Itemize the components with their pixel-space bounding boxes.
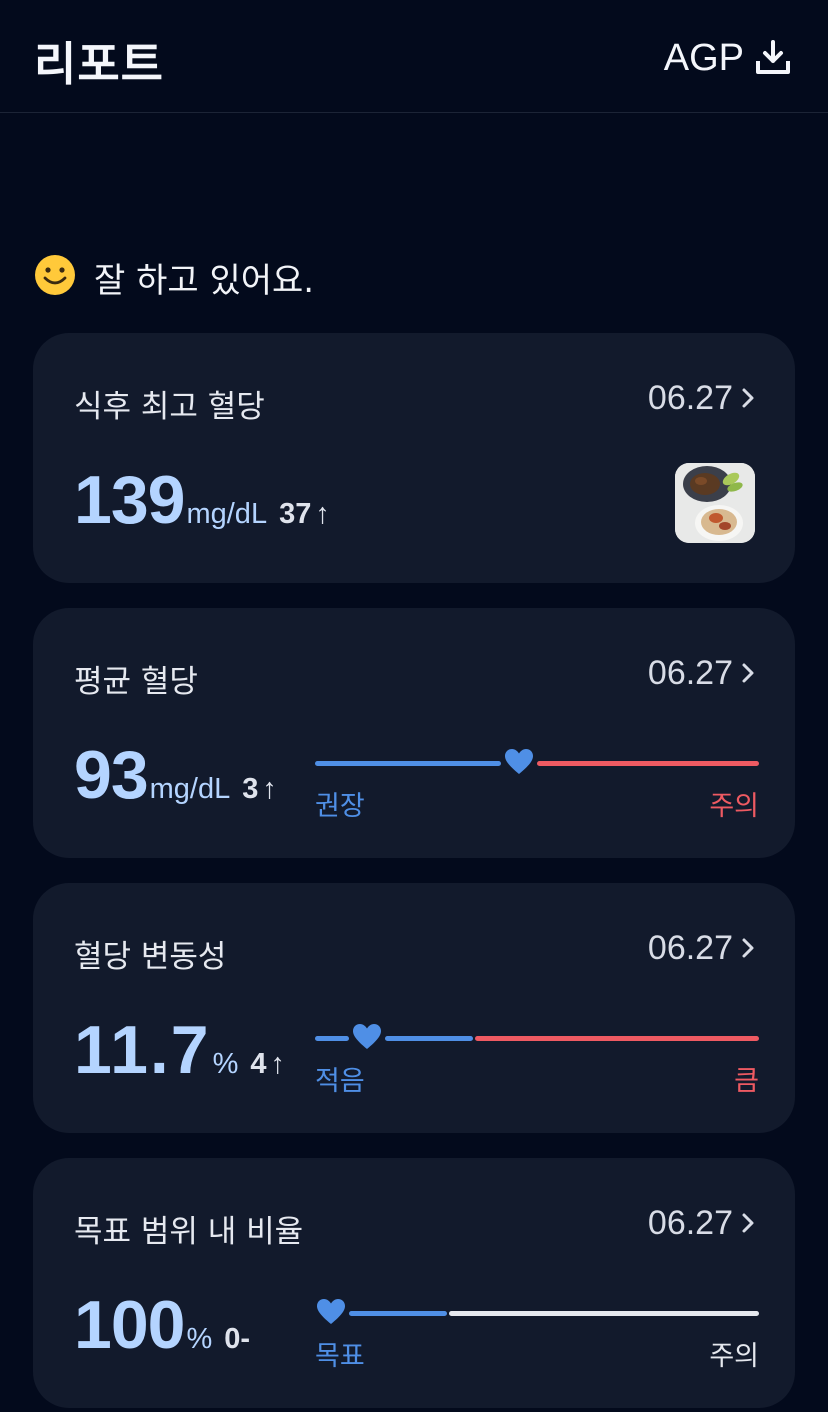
agp-label: AGP (663, 36, 744, 79)
chevron-right-icon (741, 654, 755, 693)
range-segment-warning (449, 1311, 759, 1316)
value-unit: mg/dL (186, 498, 268, 530)
variability-value: 11.7 (74, 1012, 211, 1088)
delta-value: 37 (279, 498, 312, 530)
card-label: 혈당 변동성 (74, 939, 227, 975)
status-greeting: 잘 하고 있어요. (34, 252, 314, 302)
delta-value: 3 (242, 773, 259, 805)
card-date: 06.27 (647, 1204, 733, 1242)
meal-photo-thumbnail[interactable] (675, 463, 755, 543)
card-label: 평균 혈당 (74, 664, 198, 700)
card-date-link[interactable]: 06.27 (648, 1204, 755, 1243)
value-row: 100 % 0- (74, 1286, 250, 1364)
range-label-left: 권장 (315, 791, 365, 822)
range-segment-high (475, 1036, 759, 1041)
delta-value: 0- (224, 1323, 251, 1355)
range-label-left: 적음 (315, 1066, 365, 1097)
range-bar: 목표 주의 (315, 1286, 759, 1376)
card-date: 06.27 (647, 379, 733, 417)
chevron-right-icon (741, 379, 755, 418)
greeting-text: 잘 하고 있어요. (94, 260, 315, 301)
card-label: 식후 최고 혈당 (74, 389, 265, 425)
value-unit: mg/dL (149, 773, 231, 805)
card-date-link[interactable]: 06.27 (648, 379, 755, 418)
value-row: 139 mg/dL 37 ↑ (74, 461, 330, 539)
range-label-right: 큼 (734, 1066, 759, 1097)
range-segment-recommended (315, 761, 501, 766)
arrow-up-icon: ↑ (262, 773, 277, 805)
average-glucose-card[interactable]: 평균 혈당 06.27 93 mg/dL 3 ↑ 권장 주의 (33, 608, 795, 858)
card-date: 06.27 (647, 654, 733, 692)
range-segment-low-right (385, 1036, 473, 1041)
chevron-right-icon (741, 929, 755, 968)
value-row: 11.7 % 4 ↑ (74, 1011, 285, 1089)
glucose-value: 93 (74, 737, 149, 813)
card-date: 06.27 (647, 929, 733, 967)
arrow-up-icon: ↑ (270, 1048, 286, 1080)
page-title: 리포트 (34, 37, 164, 91)
heart-marker-icon (352, 1023, 382, 1055)
card-date-link[interactable]: 06.27 (648, 929, 755, 968)
card-date-link[interactable]: 06.27 (648, 654, 755, 693)
range-segment-target (349, 1311, 447, 1316)
heart-marker-icon (504, 748, 534, 780)
percentage-value: 100 (74, 1287, 185, 1363)
chevron-right-icon (741, 1204, 755, 1243)
range-label-left: 목표 (315, 1341, 365, 1372)
range-label-right: 주의 (709, 791, 759, 822)
range-bar: 권장 주의 (315, 736, 759, 826)
range-bar: 적음 큼 (315, 1011, 759, 1101)
range-segment-low-left (315, 1036, 349, 1041)
smiley-icon (34, 254, 76, 300)
app-header: 리포트 AGP (0, 0, 828, 113)
download-icon (754, 39, 792, 77)
range-label-right: 주의 (709, 1341, 759, 1372)
heart-marker-icon (316, 1298, 346, 1330)
agp-download-button[interactable]: AGP (664, 36, 792, 80)
peak-glucose-card[interactable]: 식후 최고 혈당 06.27 139 mg/dL 37 ↑ (33, 333, 795, 583)
glucose-value: 139 (74, 462, 185, 538)
card-label: 목표 범위 내 비율 (74, 1214, 304, 1250)
delta-value: 4 (250, 1048, 267, 1080)
value-unit: % (212, 1048, 239, 1080)
range-segment-warning (537, 761, 759, 766)
glucose-variability-card[interactable]: 혈당 변동성 06.27 11.7 % 4 ↑ 적음 큼 (33, 883, 795, 1133)
arrow-up-icon: ↑ (315, 498, 330, 530)
time-in-range-card[interactable]: 목표 범위 내 비율 06.27 100 % 0- 목표 주의 (33, 1158, 795, 1408)
value-row: 93 mg/dL 3 ↑ (74, 736, 277, 814)
value-unit: % (186, 1323, 213, 1355)
